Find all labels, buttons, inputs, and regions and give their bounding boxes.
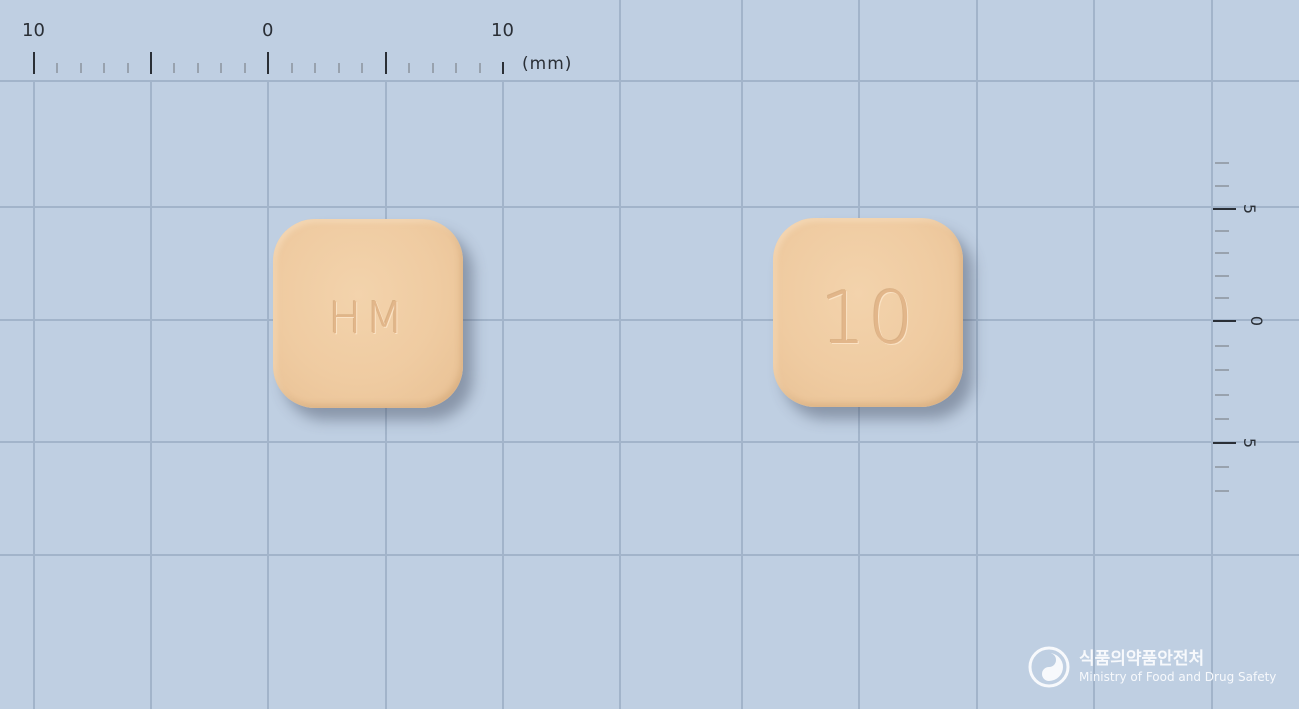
- tablet-front: HM: [273, 219, 463, 408]
- tablet-imprint-10: 10: [820, 276, 916, 360]
- ruler-top-label-right: 10: [491, 20, 514, 41]
- tablet-imprint-hm: HM: [328, 293, 408, 344]
- ruler-right-label-bottom: 5: [1240, 437, 1260, 449]
- ruler-unit-label: (mm): [522, 54, 573, 74]
- ruler-top-label-left: 10: [22, 20, 45, 41]
- logo-korean-name: 식품의약품안전처: [1079, 648, 1205, 669]
- mfds-logo: 식품의약품안전처 Ministry of Food and Drug Safet…: [1028, 646, 1276, 688]
- ruler-top-label-zero: 0: [262, 20, 274, 41]
- ruler-right-label-top: 5: [1240, 203, 1260, 215]
- tablet-back: 10: [773, 218, 963, 407]
- ruler-right-label-zero: 0: [1247, 315, 1267, 327]
- taegeuk-emblem-icon: [1028, 646, 1070, 688]
- logo-english-name: Ministry of Food and Drug Safety: [1079, 670, 1277, 685]
- background-grid: [0, 0, 1299, 709]
